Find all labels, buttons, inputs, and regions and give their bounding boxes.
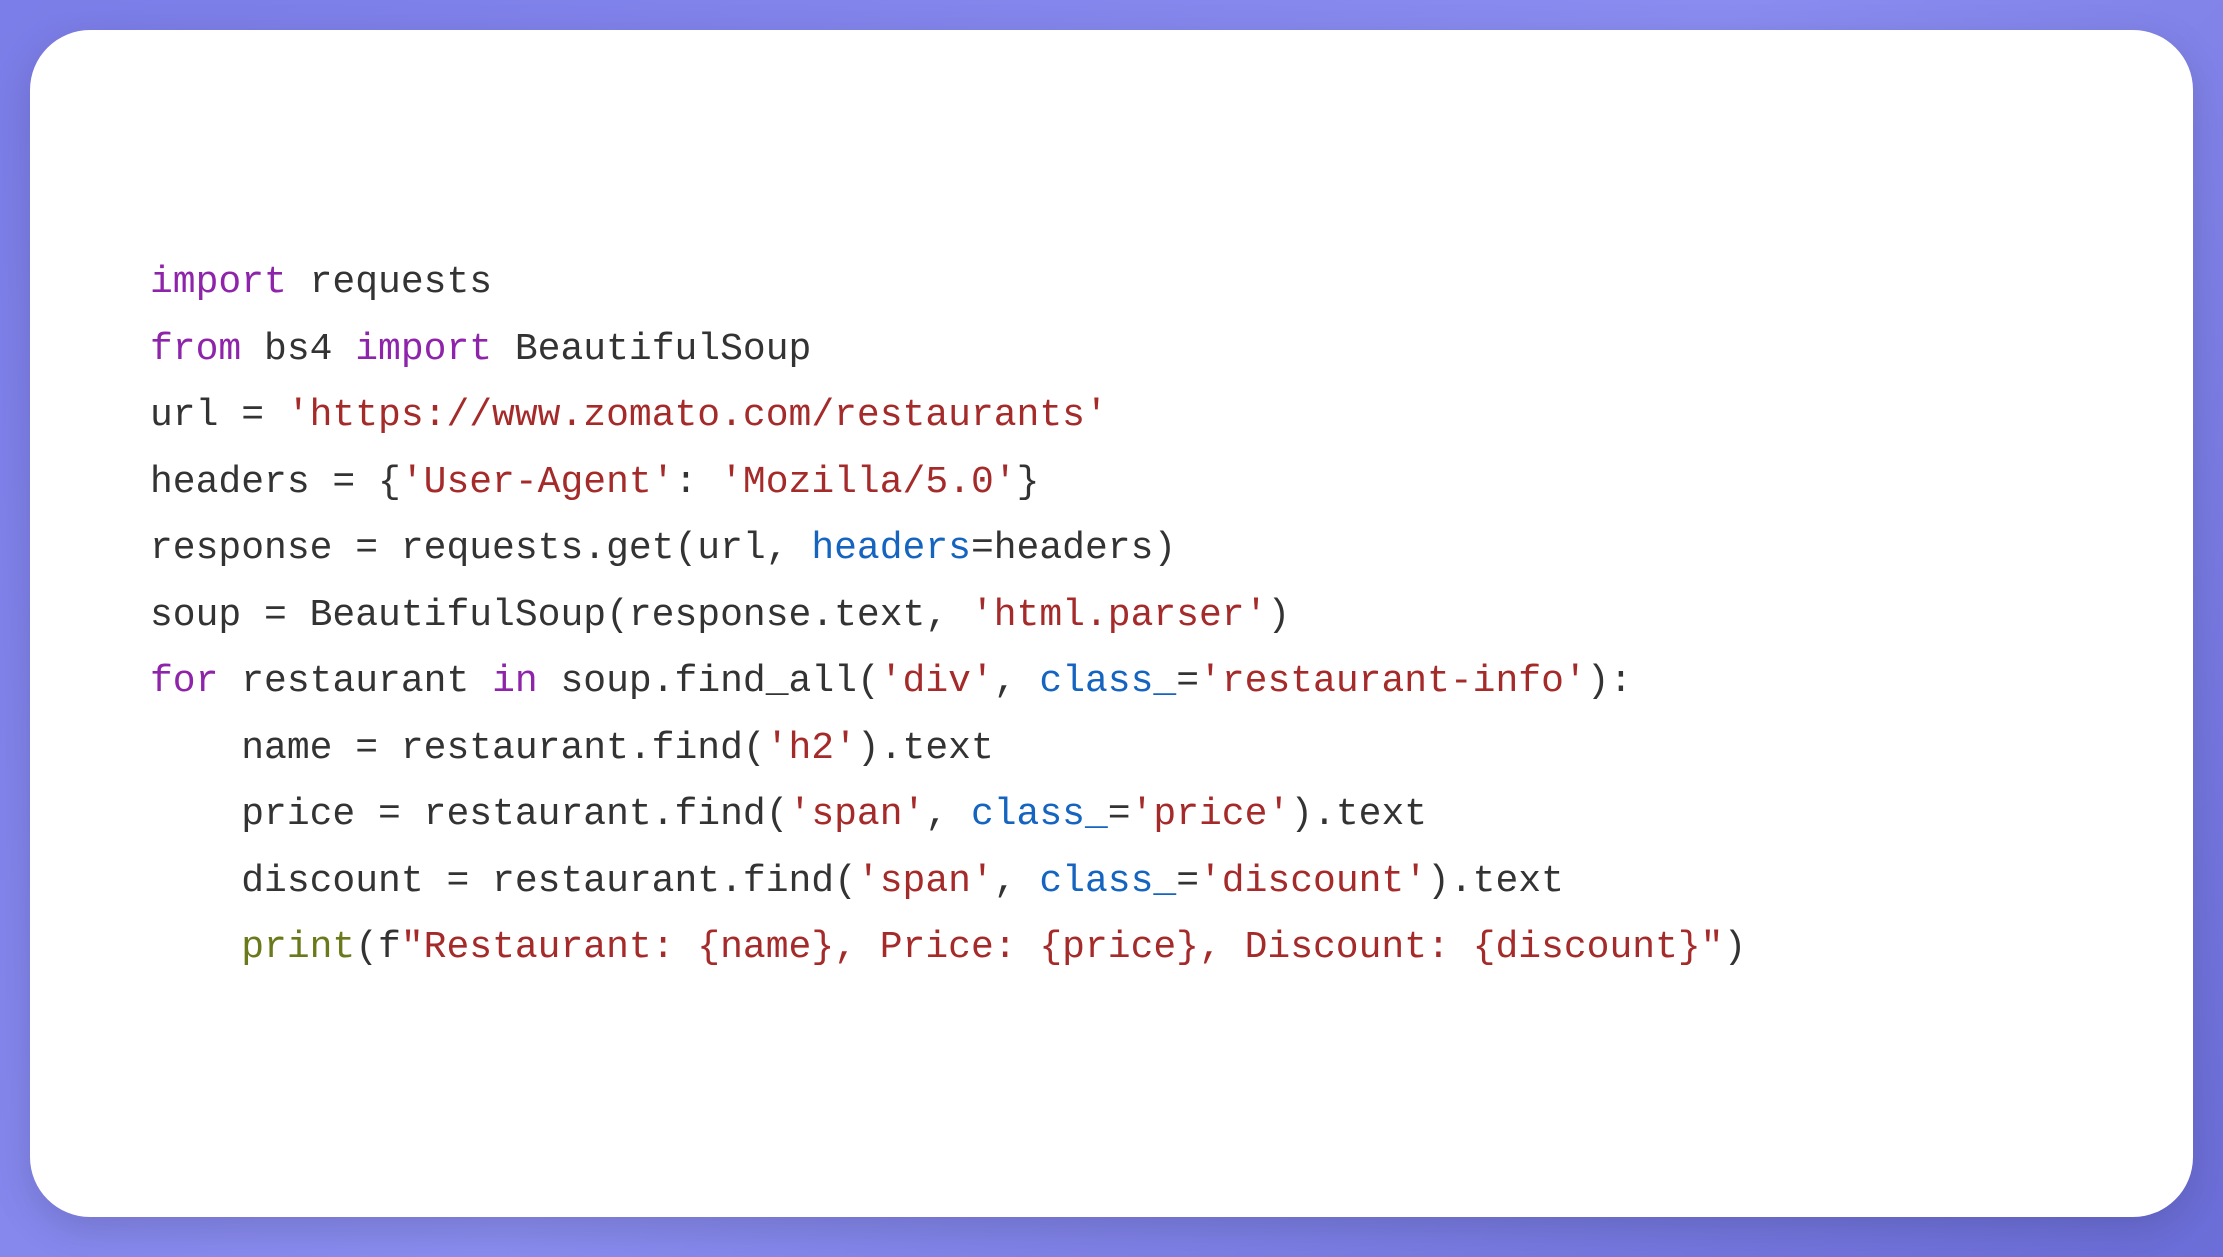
line8-end: ).text: [857, 727, 994, 770]
string-span2: 'span': [857, 860, 994, 903]
line-discount: discount = restaurant.find(: [150, 860, 857, 903]
eq2: =: [1108, 793, 1131, 836]
module-bs4: bs4: [241, 328, 355, 371]
comma: ,: [994, 660, 1040, 703]
line9-end: ).text: [1290, 793, 1427, 836]
param-headers: headers: [811, 527, 971, 570]
indent-print: [150, 926, 241, 969]
class-beautifulsoup: BeautifulSoup: [492, 328, 811, 371]
string-price: 'price': [1131, 793, 1291, 836]
brace-close: }: [1017, 461, 1040, 504]
var-restaurant: restaurant: [218, 660, 492, 703]
param-class2: class_: [971, 793, 1108, 836]
param-class: class_: [1039, 660, 1176, 703]
var-response: response = requests.get(url,: [150, 527, 811, 570]
string-useragent-val: 'Mozilla/5.0': [720, 461, 1016, 504]
eq: =: [1176, 660, 1199, 703]
line-name: name = restaurant.find(: [150, 727, 766, 770]
keyword-from: from: [150, 328, 241, 371]
fstring-open: (f: [355, 926, 401, 969]
eq3: =: [1176, 860, 1199, 903]
string-h2: 'h2': [766, 727, 857, 770]
line10-end: ).text: [1427, 860, 1564, 903]
call-findall: soup.find_all(: [538, 660, 880, 703]
comma2: ,: [925, 793, 971, 836]
string-div: 'div': [880, 660, 994, 703]
var-soup: soup = BeautifulSoup(response.text,: [150, 594, 971, 637]
print-close: ): [1723, 926, 1746, 969]
var-headers: headers = {: [150, 461, 401, 504]
string-restaurant-info: 'restaurant-info': [1199, 660, 1587, 703]
code-block: import requests from bs4 import Beautifu…: [150, 250, 2093, 982]
keyword-for: for: [150, 660, 218, 703]
var-url: url =: [150, 394, 287, 437]
string-parser: 'html.parser': [971, 594, 1267, 637]
fstring-body: "Restaurant: {name}, Price: {price}, Dis…: [401, 926, 1724, 969]
for-close: ):: [1587, 660, 1633, 703]
line-price: price = restaurant.find(: [150, 793, 789, 836]
string-discount: 'discount': [1199, 860, 1427, 903]
module-requests: requests: [287, 261, 492, 304]
keyword-import2: import: [355, 328, 492, 371]
comma3: ,: [994, 860, 1040, 903]
param-class3: class_: [1039, 860, 1176, 903]
string-span1: 'span': [789, 793, 926, 836]
keyword-in: in: [492, 660, 538, 703]
builtin-print: print: [241, 926, 355, 969]
colon: :: [675, 461, 721, 504]
string-useragent-key: 'User-Agent': [401, 461, 675, 504]
code-card: import requests from bs4 import Beautifu…: [30, 30, 2193, 1217]
string-url: 'https://www.zomato.com/restaurants': [287, 394, 1108, 437]
keyword-import: import: [150, 261, 287, 304]
line5-end: =headers): [971, 527, 1176, 570]
paren-close: ): [1267, 594, 1290, 637]
